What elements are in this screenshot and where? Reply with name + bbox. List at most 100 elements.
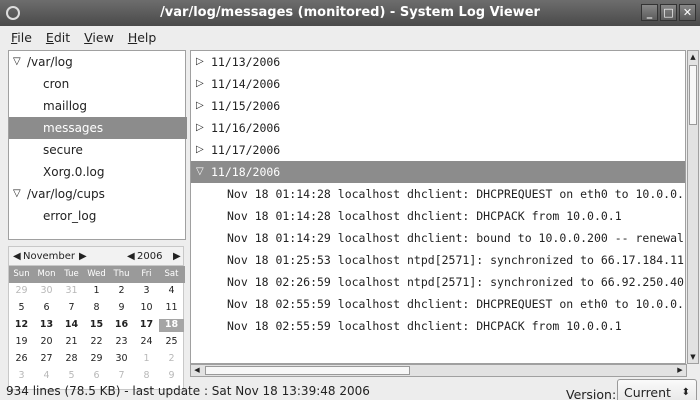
scroll-down-icon[interactable]: ▼ (688, 351, 698, 363)
tree-item-secure[interactable]: secure (9, 139, 187, 161)
scroll-up-icon[interactable]: ▲ (688, 51, 698, 63)
tree-item-label: secure (43, 143, 83, 157)
calendar-day[interactable]: 31 (59, 285, 84, 296)
calendar-day[interactable]: 13 (34, 319, 59, 330)
next-year-icon[interactable]: ▶ (173, 251, 181, 262)
log-text: 11/13/2006 (211, 55, 281, 69)
calendar-day[interactable]: 14 (59, 319, 84, 330)
log-line[interactable]: Nov 18 01:14:28 localhost dhclient: DHCP… (191, 205, 685, 227)
tree-item-xorg-0-log[interactable]: Xorg.0.log (9, 161, 187, 183)
calendar-day[interactable]: 18 (159, 319, 184, 332)
calendar-day[interactable]: 5 (9, 302, 34, 313)
version-select[interactable]: Current ⬍ (617, 379, 697, 400)
maximize-icon[interactable]: □ (660, 4, 677, 21)
calendar-day[interactable]: 20 (34, 336, 59, 347)
log-line[interactable]: Nov 18 01:14:28 localhost dhclient: DHCP… (191, 183, 685, 205)
log-date-row[interactable]: ▽ 11/18/2006 (191, 161, 685, 183)
calendar-day[interactable]: 29 (9, 285, 34, 296)
collapsed-triangle-icon[interactable]: ▷ (196, 117, 204, 139)
calendar-day[interactable]: 22 (84, 336, 109, 347)
tree-item-maillog[interactable]: maillog (9, 95, 187, 117)
title-bar[interactable]: /var/log/messages (monitored) - System L… (0, 0, 700, 26)
collapsed-triangle-icon[interactable]: ▷ (196, 51, 204, 73)
tree-item-label: error_log (43, 209, 97, 223)
calendar-day[interactable]: 11 (159, 302, 184, 313)
calendar-day[interactable]: 1 (134, 353, 159, 364)
menu-mnemonic: E (45, 29, 54, 45)
close-icon[interactable]: ✕ (679, 4, 696, 21)
log-date-row[interactable]: ▷ 11/15/2006 (191, 95, 685, 117)
log-date-row[interactable]: ▷ 11/13/2006 (191, 51, 685, 73)
collapsed-triangle-icon[interactable]: ▷ (196, 73, 204, 95)
collapsed-triangle-icon[interactable]: ▷ (196, 139, 204, 161)
horizontal-scrollbar[interactable]: ◀ ▶ (190, 364, 687, 377)
next-month-icon[interactable]: ▶ (79, 251, 87, 262)
calendar-day[interactable]: 9 (109, 302, 134, 313)
log-line[interactable]: Nov 18 01:14:29 localhost dhclient: boun… (191, 227, 685, 249)
calendar-day[interactable]: 26 (9, 353, 34, 364)
expanded-triangle-icon[interactable]: ▽ (196, 161, 204, 183)
calendar-day[interactable]: 6 (34, 302, 59, 313)
calendar-header: ◀ November ▶ ◀ 2006 ▶ (8, 246, 184, 266)
calendar-day[interactable]: 24 (134, 336, 159, 347)
calendar-day[interactable]: 2 (109, 285, 134, 296)
scroll-left-icon[interactable]: ◀ (191, 365, 203, 376)
log-date-row[interactable]: ▷ 11/16/2006 (191, 117, 685, 139)
calendar-day[interactable]: 10 (134, 302, 159, 313)
calendar-day[interactable]: 23 (109, 336, 134, 347)
tree-item-cron[interactable]: cron (9, 73, 187, 95)
expander-icon[interactable]: ▽ (13, 51, 21, 73)
calendar-day[interactable]: 7 (59, 302, 84, 313)
calendar-day[interactable]: 17 (134, 319, 159, 330)
calendar-day[interactable]: 25 (159, 336, 184, 347)
calendar-day[interactable]: 16 (109, 319, 134, 330)
log-line[interactable]: Nov 18 02:26:59 localhost ntpd[2571]: sy… (191, 271, 685, 293)
horizontal-scroll-thumb[interactable] (205, 366, 410, 375)
calendar-day[interactable]: 1 (84, 285, 109, 296)
calendar-day[interactable]: 30 (109, 353, 134, 364)
vertical-scroll-thumb[interactable] (689, 65, 697, 125)
log-line[interactable]: Nov 18 02:55:59 localhost dhclient: DHCP… (191, 293, 685, 315)
log-line[interactable]: Nov 18 01:25:53 localhost ntpd[2571]: sy… (191, 249, 685, 271)
tree-item-error-log[interactable]: error_log (9, 205, 187, 227)
calendar-day[interactable]: 6 (84, 370, 109, 381)
menu-view[interactable]: View (77, 30, 121, 45)
collapsed-triangle-icon[interactable]: ▷ (196, 95, 204, 117)
calendar-day[interactable]: 9 (159, 370, 184, 381)
calendar-day[interactable]: 19 (9, 336, 34, 347)
calendar-day[interactable]: 27 (34, 353, 59, 364)
calendar-day[interactable]: 21 (59, 336, 84, 347)
tree-item--var-log-cups[interactable]: ▽ /var/log/cups (9, 183, 187, 205)
calendar-day[interactable]: 12 (9, 319, 34, 330)
calendar-day[interactable]: 15 (84, 319, 109, 330)
log-text: Nov 18 01:25:53 localhost ntpd[2571]: sy… (227, 253, 684, 267)
calendar-day[interactable]: 8 (134, 370, 159, 381)
menu-edit[interactable]: Edit (39, 30, 77, 45)
menu-file[interactable]: File (4, 30, 39, 45)
calendar-day[interactable]: 7 (109, 370, 134, 381)
expander-icon[interactable]: ▽ (13, 183, 21, 205)
vertical-scrollbar[interactable]: ▲ ▼ (687, 50, 699, 364)
menu-help[interactable]: Help (121, 30, 164, 45)
calendar-day[interactable]: 8 (84, 302, 109, 313)
calendar-day[interactable]: 29 (84, 353, 109, 364)
calendar-week: 29 30 31 1 2 3 4 (9, 285, 185, 298)
weekday-fri: Fri (141, 269, 152, 279)
calendar-day[interactable]: 3 (134, 285, 159, 296)
calendar-day[interactable]: 4 (34, 370, 59, 381)
prev-year-icon[interactable]: ◀ (127, 251, 135, 262)
calendar-day[interactable]: 5 (59, 370, 84, 381)
calendar-day[interactable]: 28 (59, 353, 84, 364)
calendar-day[interactable]: 2 (159, 353, 184, 364)
tree-item-messages[interactable]: messages (9, 117, 187, 139)
calendar-day[interactable]: 3 (9, 370, 34, 381)
minimize-icon[interactable]: _ (641, 4, 658, 21)
log-date-row[interactable]: ▷ 11/17/2006 (191, 139, 685, 161)
scroll-right-icon[interactable]: ▶ (674, 365, 686, 376)
log-date-row[interactable]: ▷ 11/14/2006 (191, 73, 685, 95)
calendar-day[interactable]: 4 (159, 285, 184, 296)
calendar-day[interactable]: 30 (34, 285, 59, 296)
tree-item--var-log[interactable]: ▽ /var/log (9, 51, 187, 73)
prev-month-icon[interactable]: ◀ (13, 251, 21, 262)
log-line[interactable]: Nov 18 02:55:59 localhost dhclient: DHCP… (191, 315, 685, 337)
